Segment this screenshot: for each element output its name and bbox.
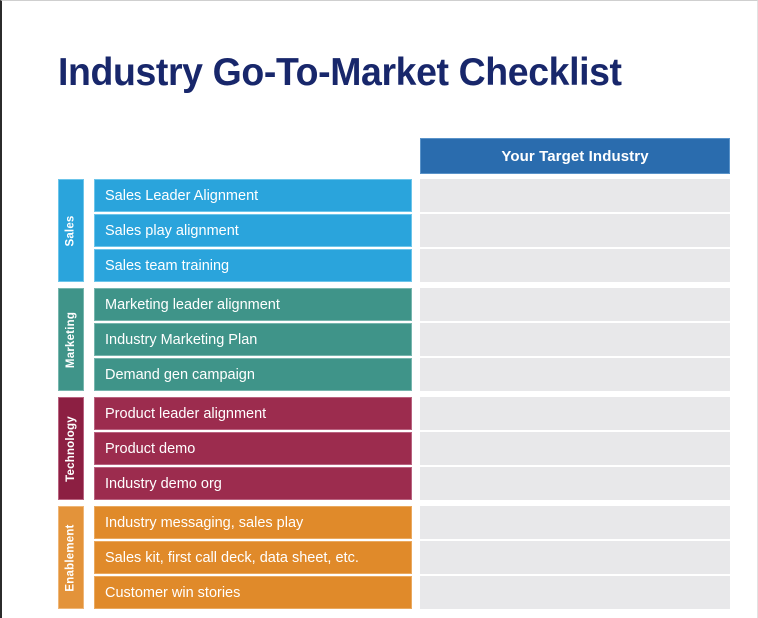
table-row[interactable]: Industry demo org [94,467,412,500]
answer-cell[interactable] [420,214,730,247]
section-tab-label: Marketing [65,311,77,368]
column-header-target-industry: Your Target Industry [420,138,730,174]
section-tab-technology: Technology [58,397,84,500]
table-row[interactable]: Sales kit, first call deck, data sheet, … [94,541,412,574]
table-row[interactable]: Sales Leader Alignment [94,179,412,212]
answer-cell[interactable] [420,179,730,212]
answer-cell[interactable] [420,358,730,391]
section-tab-label: Technology [65,415,77,482]
checklist-section-technology: Technology Product leader alignment Produc… [58,397,412,500]
answer-cell[interactable] [420,467,730,500]
section-tab-label: Enablement [65,523,77,592]
answer-cell[interactable] [420,249,730,282]
answer-cell[interactable] [420,506,730,539]
table-row[interactable]: Industry Marketing Plan [94,323,412,356]
checklist-section-enablement: Enablement Industry messaging, sales play… [58,506,412,609]
table-row[interactable]: Marketing leader alignment [94,288,412,321]
slide-canvas: Industry Go-To-Market Checklist Your Tar… [0,0,758,618]
table-row[interactable]: Industry messaging, sales play [94,506,412,539]
answer-cell[interactable] [420,397,730,430]
table-row[interactable]: Product leader alignment [94,397,412,430]
table-row[interactable]: Customer win stories [94,576,412,609]
answer-cell[interactable] [420,432,730,465]
answer-cell[interactable] [420,288,730,321]
table-row[interactable]: Sales team training [94,249,412,282]
section-tab-sales: Sales [58,179,84,282]
answer-cell[interactable] [420,576,730,609]
table-row[interactable]: Demand gen campaign [94,358,412,391]
page-title: Industry Go-To-Market Checklist [58,51,622,94]
answer-cell[interactable] [420,323,730,356]
section-tab-marketing: Marketing [58,288,84,391]
section-tab-enablement: Enablement [58,506,84,609]
table-row[interactable]: Product demo [94,432,412,465]
section-tab-label: Sales [65,214,77,247]
checklist-section-marketing: Marketing Marketing leader alignment Indus… [58,288,412,391]
checklist-section-sales: Sales Sales Leader Alignment Sales play al… [58,179,412,282]
answer-cell[interactable] [420,541,730,574]
table-row[interactable]: Sales play alignment [94,214,412,247]
